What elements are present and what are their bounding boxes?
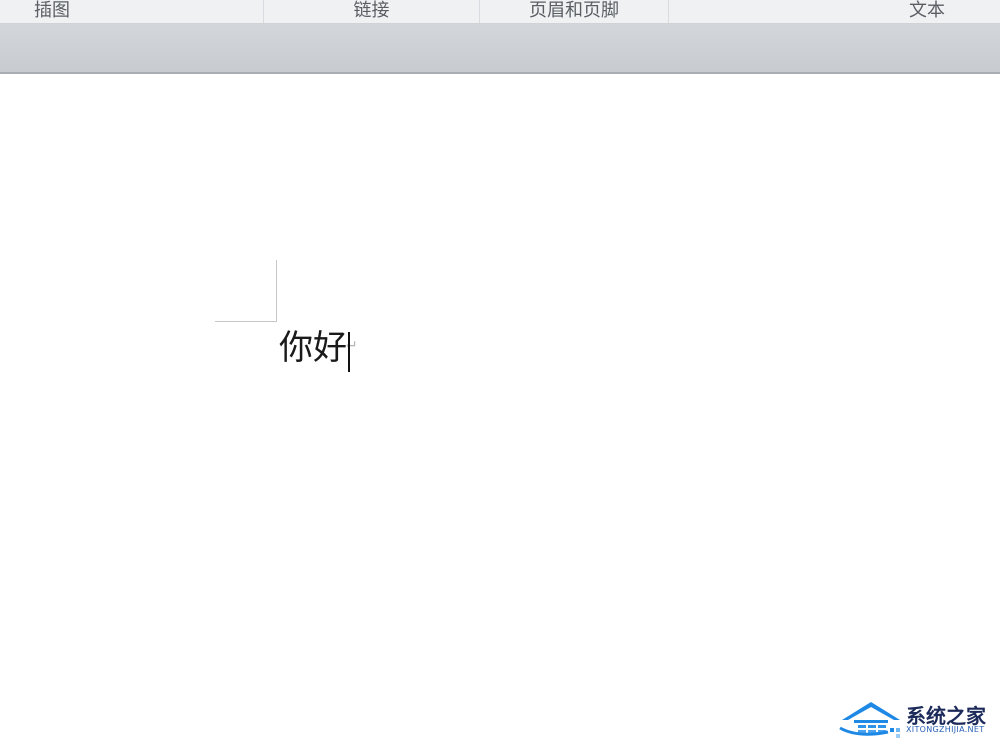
watermark-url: XITONGZHIJIA.NET <box>906 725 985 734</box>
watermark: 系统之家 XITONGZHIJIA.NET <box>838 698 988 740</box>
ribbon-group-labels: 插图 链接 页眉和页脚 文本 <box>0 0 1000 24</box>
page-margin-corner-horizontal <box>215 321 277 322</box>
document-text[interactable]: 你好 <box>279 326 347 370</box>
group-label-illustrations: 插图 <box>34 0 70 21</box>
document-page[interactable] <box>0 74 1000 748</box>
text-cursor <box>348 332 350 372</box>
house-icon <box>839 702 900 738</box>
ribbon-bottom-bar <box>0 24 1000 74</box>
page-margin-corner-vertical <box>276 260 277 322</box>
group-label-text: 文本 <box>909 0 945 21</box>
group-label-links: 链接 <box>353 0 390 21</box>
group-label-header-footer: 页眉和页脚 <box>529 0 619 21</box>
